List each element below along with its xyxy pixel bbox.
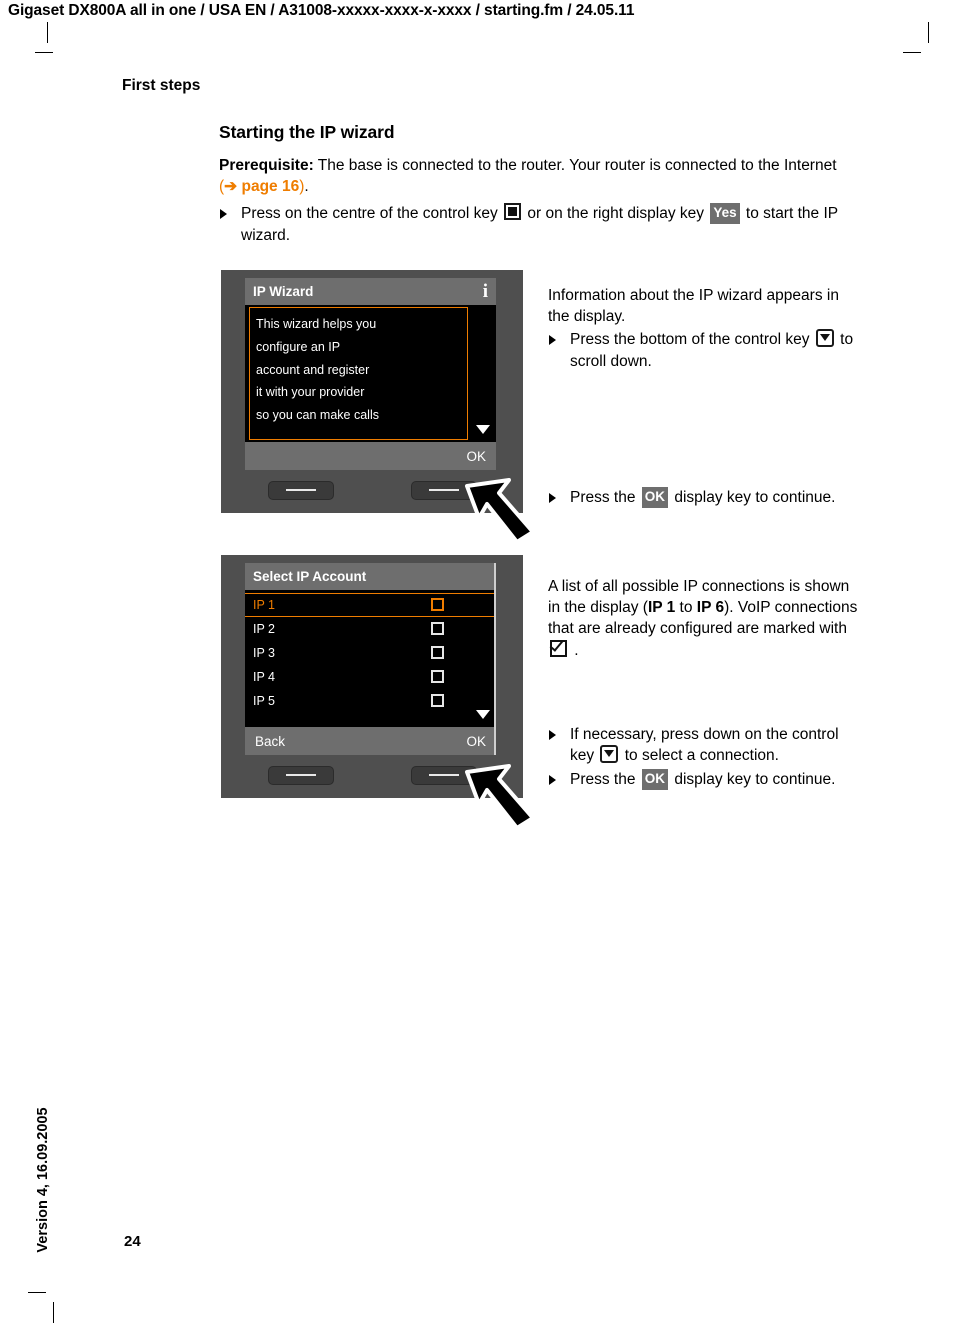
crop-mark-top-left-horizontal <box>35 52 53 53</box>
annotation2-ip-first: IP 1 <box>647 599 676 617</box>
crop-mark-bottom-left-vertical <box>53 1302 54 1323</box>
version-stamp: Version 4, 16.09.2005 <box>35 1107 51 1253</box>
annotation1-b2-part2: display key to continue. <box>670 489 836 506</box>
display-key-ok-badge: OK <box>641 769 669 790</box>
control-key-down-icon <box>600 745 619 764</box>
prerequisite-label: Prerequisite: <box>219 157 314 174</box>
screen1-title-text: IP Wizard <box>253 284 314 299</box>
annotation1-bullets: Press the bottom of the control key to s… <box>548 329 858 371</box>
list-item[interactable]: IP 2 <box>245 617 496 641</box>
crossref-link[interactable]: page 16 <box>241 178 299 195</box>
crop-mark-top-left-vertical <box>47 22 48 43</box>
screen2-scrollbar[interactable] <box>494 563 496 755</box>
screen1-line-0: This wizard helps you <box>256 317 377 331</box>
annotation2-b2-part2: display key to continue. <box>670 771 836 789</box>
control-key-down-icon <box>815 329 834 348</box>
list-item[interactable]: IP 3 <box>245 641 496 665</box>
pointer-cursor-1 <box>465 478 535 544</box>
annotation2-intro: A list of all possible IP connections is… <box>548 576 858 661</box>
list-item-label: IP 3 <box>253 646 276 660</box>
screen2-body: IP 1 IP 2 IP 3 IP 4 IP 5 <box>245 590 496 727</box>
screen1-line-4: so you can make calls <box>256 408 379 422</box>
screen1-line-1: configure an IP <box>256 339 341 354</box>
list-item[interactable]: IP 4 <box>245 665 496 689</box>
crop-mark-top-right-vertical <box>928 22 929 43</box>
screen1-title-bar: IP Wizard i <box>245 278 496 305</box>
annotation1-bullets-2: Press the OK display key to continue. <box>548 487 858 508</box>
screen2-softkey-right[interactable]: OK <box>466 734 486 749</box>
main-text-column: Starting the IP wizard Prerequisite: The… <box>219 122 879 249</box>
annotation2-bullet-ok: Press the OK display key to continue. <box>548 769 858 790</box>
list-item-checkbox[interactable] <box>431 598 444 611</box>
scroll-down-caret-icon[interactable] <box>476 710 490 719</box>
info-icon[interactable]: i <box>483 282 488 301</box>
annotation1-intro: Information about the IP wizard appears … <box>548 287 839 326</box>
prerequisite-period: . <box>304 178 309 196</box>
annotation1-bullet-ok: Press the OK display key to continue. <box>548 487 858 508</box>
annotation2-intro-part3: . <box>570 641 579 659</box>
screen2-title-text: Select IP Account <box>253 569 367 584</box>
step-text-part2: or on the right display key <box>523 205 709 223</box>
screen2-softkey-bar: Back OK <box>245 727 496 755</box>
annotation2-b1-part2: to select a connection. <box>620 747 779 765</box>
prerequisite-body: The base is connected to the router. You… <box>313 157 837 174</box>
section-heading: Starting the IP wizard <box>219 122 395 142</box>
list-item-checkbox[interactable] <box>431 694 444 707</box>
annotation1-b1-part1: Press the bottom of the control key <box>570 331 814 349</box>
page-number: 24 <box>124 1233 141 1250</box>
annotation-block-1b: Press the OK display key to continue. <box>548 485 858 511</box>
screen-ip-wizard: IP Wizard i This wizard helps you config… <box>245 278 496 470</box>
screen1-line-3: it with your provider <box>256 385 365 400</box>
screen1-body: This wizard helps you configure an IP ac… <box>245 305 496 442</box>
display-key-ok-badge: OK <box>641 487 669 508</box>
list-item-label: IP 5 <box>253 694 276 708</box>
screen1-softkey-bar: OK <box>245 442 496 470</box>
screen1-info-box: This wizard helps you configure an IP ac… <box>249 307 468 440</box>
annotation1-b2-part1: Press the <box>570 489 640 506</box>
chapter-title: First steps <box>122 77 201 94</box>
list-item-label: IP 1 <box>253 598 276 612</box>
crop-mark-top-right-horizontal <box>903 52 921 53</box>
screen1-line-2: account and register <box>256 362 370 377</box>
ip-account-list: IP 1 IP 2 IP 3 IP 4 IP 5 <box>245 593 496 713</box>
crossref-arrow-icon: ➔ <box>224 178 238 196</box>
screen-select-ip-account: Select IP Account IP 1 IP 2 IP 3 IP 4 IP… <box>245 563 496 755</box>
screen2-softkey-left[interactable]: Back <box>255 734 285 749</box>
annotation-block-1: Information about the IP wizard appears … <box>548 285 858 375</box>
crop-mark-bottom-left-horizontal <box>28 1292 46 1293</box>
annotation2-ip-last: IP 6 <box>696 599 725 617</box>
step-text-part1: Press on the centre of the control key <box>241 205 503 223</box>
pointer-cursor-2 <box>465 764 535 830</box>
annotation1-bullet-scroll: Press the bottom of the control key to s… <box>548 329 858 371</box>
list-item-label: IP 4 <box>253 670 276 684</box>
screen1-softkey-right[interactable]: OK <box>466 449 486 464</box>
hard-key-left-2[interactable] <box>268 766 334 785</box>
annotation-block-2b: If necessary, press down on the control … <box>548 722 858 794</box>
annotation2-bullet-select: If necessary, press down on the control … <box>548 724 858 766</box>
checkbox-checked-icon <box>550 639 567 657</box>
list-item-checkbox[interactable] <box>431 646 444 659</box>
list-item[interactable]: IP 1 <box>245 593 496 617</box>
control-key-center-icon <box>504 203 522 221</box>
display-key-yes-badge: Yes <box>710 203 740 224</box>
scroll-down-caret-icon[interactable] <box>476 425 490 434</box>
annotation2-intro-mid: to <box>675 599 697 617</box>
running-header: Gigaset DX800A all in one / USA EN / A31… <box>8 2 635 19</box>
step-item-start-wizard: Press on the centre of the control key o… <box>219 203 879 245</box>
list-item-checkbox[interactable] <box>431 670 444 683</box>
prerequisite-paragraph: Prerequisite: The base is connected to t… <box>219 155 879 197</box>
list-item-label: IP 2 <box>253 622 276 636</box>
annotation2-bullets: If necessary, press down on the control … <box>548 724 858 791</box>
screen2-title-bar: Select IP Account <box>245 563 496 590</box>
annotation2-b2-part1: Press the <box>570 771 640 789</box>
page-canvas: Gigaset DX800A all in one / USA EN / A31… <box>0 0 957 1324</box>
step-list: Press on the centre of the control key o… <box>219 203 879 245</box>
list-item[interactable]: IP 5 <box>245 689 496 713</box>
annotation-block-2: A list of all possible IP connections is… <box>548 576 858 661</box>
hard-key-left-1[interactable] <box>268 481 334 500</box>
list-item-checkbox[interactable] <box>431 622 444 635</box>
